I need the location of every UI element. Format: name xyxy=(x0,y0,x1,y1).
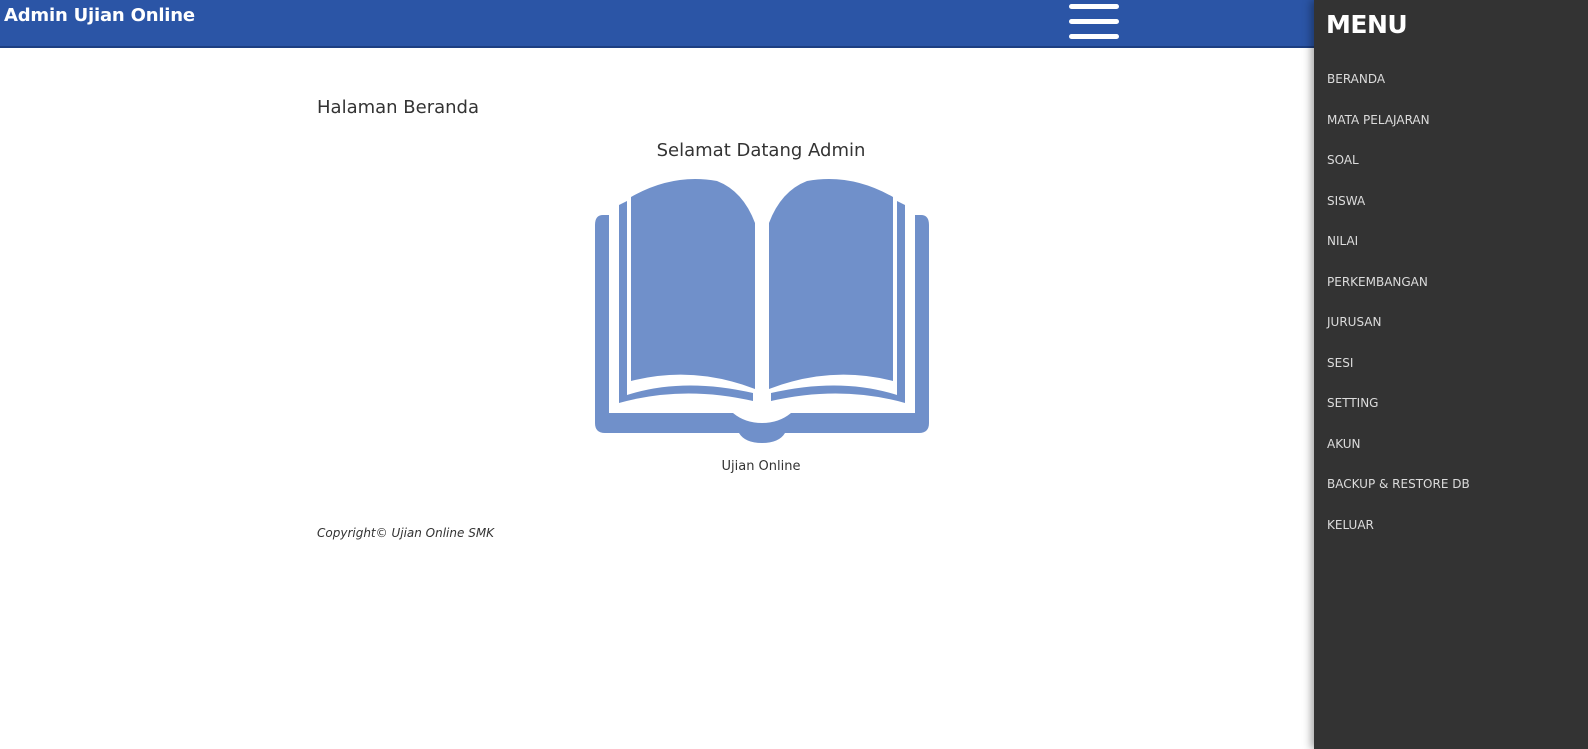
menu-item-backup-restore-db[interactable]: BACKUP & RESTORE DB xyxy=(1314,464,1588,505)
menu-item-keluar[interactable]: KELUAR xyxy=(1314,505,1588,546)
hamburger-line xyxy=(1069,4,1119,9)
copyright-text: Copyright© Ujian Online SMK xyxy=(317,526,495,540)
menu-item-soal[interactable]: SOAL xyxy=(1314,140,1588,181)
menu-item-akun[interactable]: AKUN xyxy=(1314,424,1588,465)
welcome-heading: Selamat Datang Admin xyxy=(656,140,866,161)
menu-item-beranda[interactable]: BERANDA xyxy=(1314,59,1588,100)
menu-list: BERANDA MATA PELAJARAN SOAL SISWA NILAI … xyxy=(1314,59,1588,545)
open-book-icon xyxy=(595,179,929,443)
menu-item-nilai[interactable]: NILAI xyxy=(1314,221,1588,262)
menu-item-sesi[interactable]: SESI xyxy=(1314,343,1588,384)
menu-item-jurusan[interactable]: JURUSAN xyxy=(1314,302,1588,343)
app-title[interactable]: Admin Ujian Online xyxy=(4,5,195,26)
page-title: Halaman Beranda xyxy=(317,97,480,118)
menu-item-setting[interactable]: SETTING xyxy=(1314,383,1588,424)
menu-item-siswa[interactable]: SISWA xyxy=(1314,181,1588,222)
hamburger-line xyxy=(1069,19,1119,24)
side-menu: MENU BERANDA MATA PELAJARAN SOAL SISWA N… xyxy=(1314,0,1588,749)
hamburger-line xyxy=(1069,34,1119,39)
menu-item-perkembangan[interactable]: PERKEMBANGAN xyxy=(1314,262,1588,303)
menu-heading: MENU xyxy=(1326,10,1408,39)
menu-item-mata-pelajaran[interactable]: MATA PELAJARAN xyxy=(1314,100,1588,141)
book-caption: Ujian Online xyxy=(721,459,801,474)
hamburger-icon[interactable] xyxy=(1069,4,1119,40)
